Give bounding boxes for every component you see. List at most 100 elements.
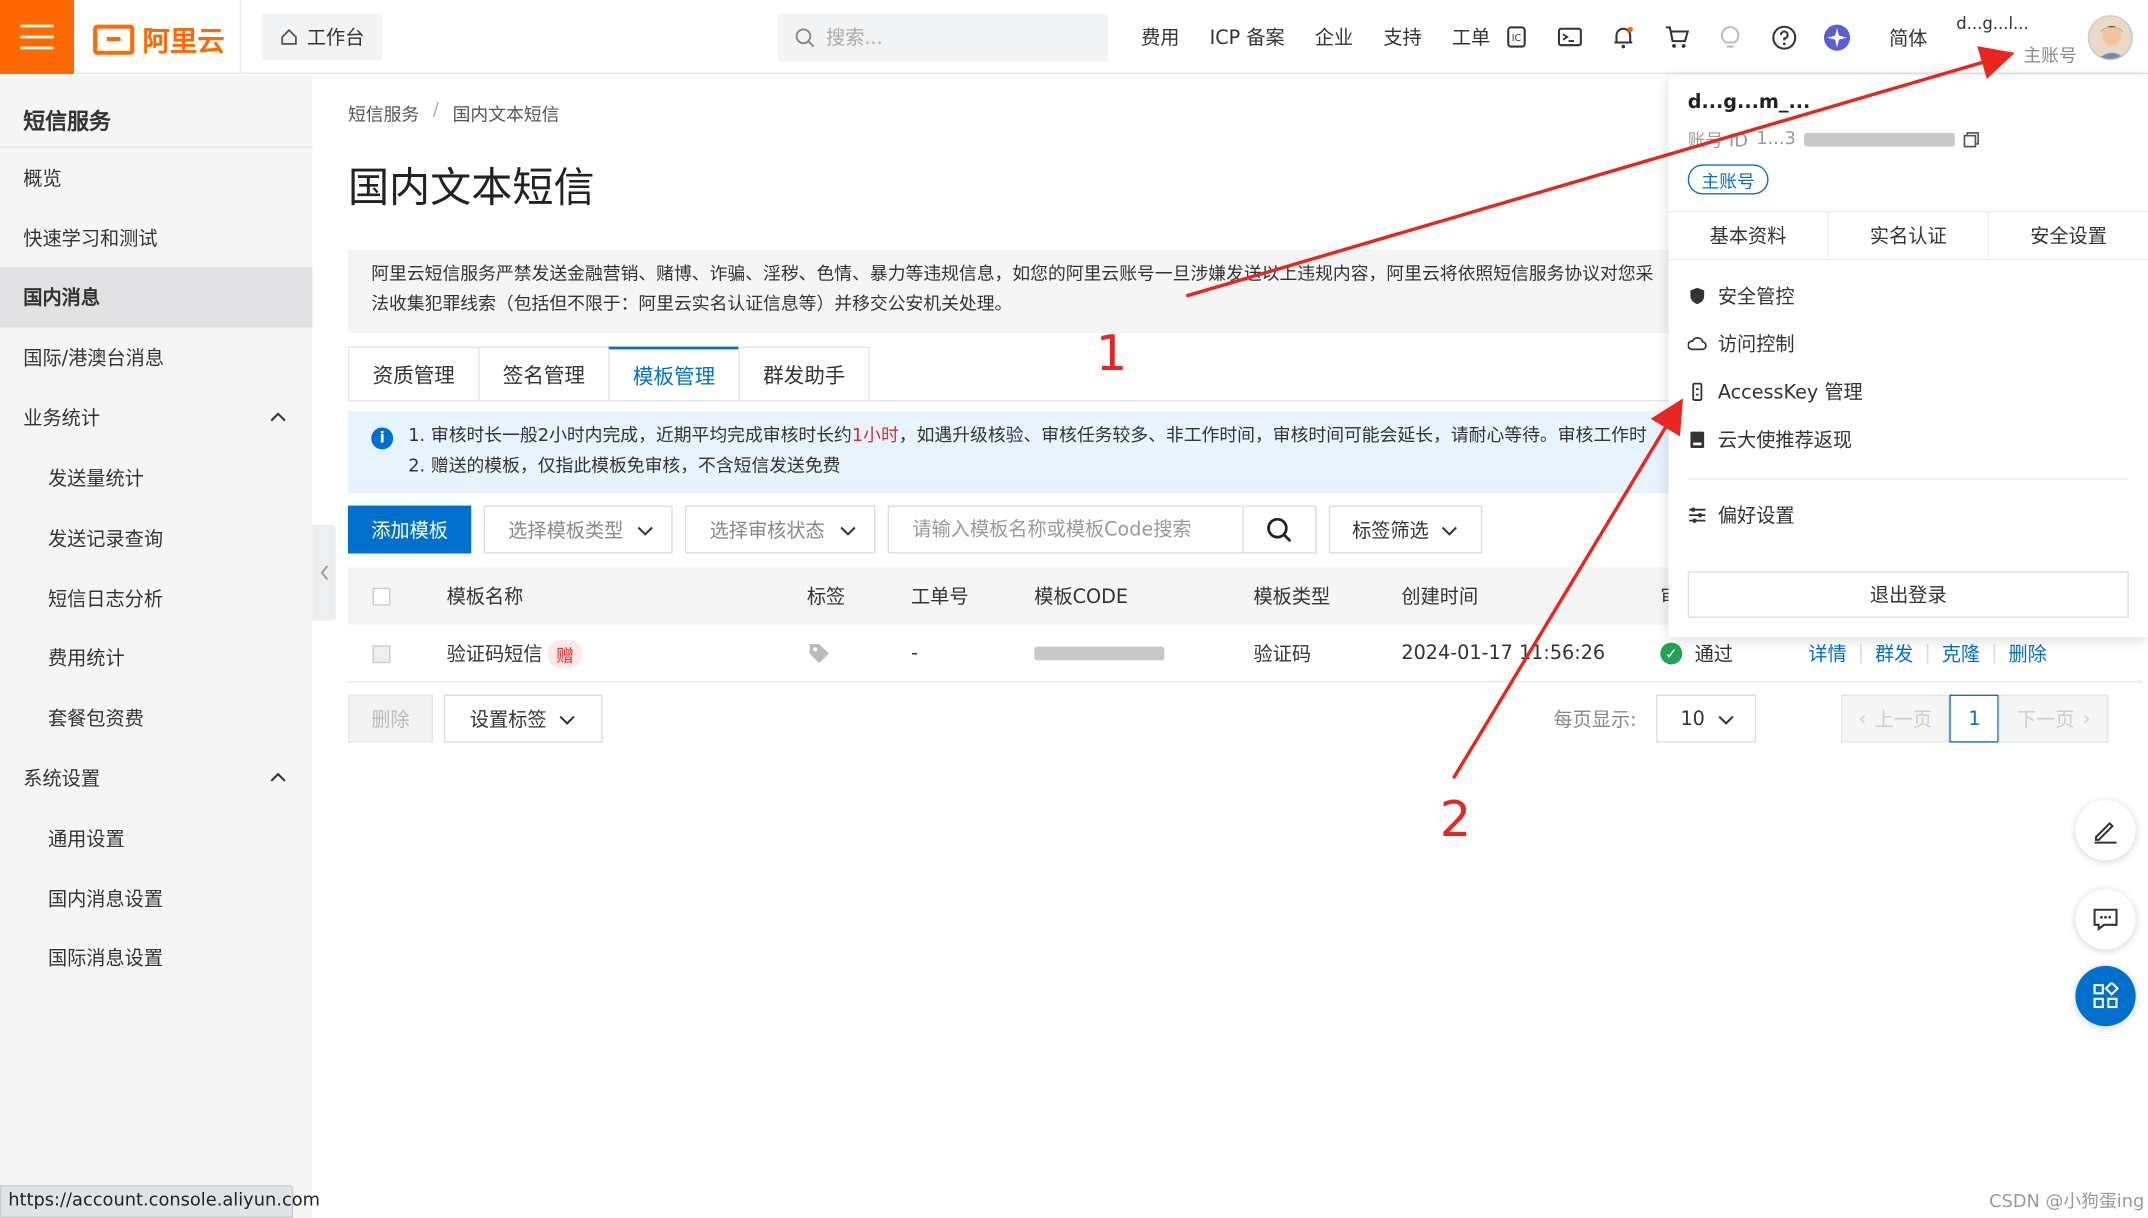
language-switch[interactable]: 简体	[1889, 25, 1927, 52]
add-template-button[interactable]: 添加模板	[347, 505, 472, 554]
menu-icon[interactable]	[0, 0, 74, 74]
sidebar-item-domestic[interactable]: 国内消息	[0, 267, 313, 328]
nav-enterprise[interactable]: 企业	[1315, 23, 1353, 50]
security-settings-link[interactable]: 安全设置	[1989, 212, 2148, 259]
info-icon: i	[371, 427, 394, 450]
sidebar-item-send-records[interactable]: 发送记录查询	[0, 508, 312, 568]
tab-template[interactable]: 模板管理	[608, 346, 740, 402]
sidebar-collapse-handle[interactable]	[312, 524, 336, 621]
workbench-button[interactable]: 工作台	[261, 13, 383, 61]
bulb-icon[interactable]	[1716, 23, 1743, 50]
chat-button[interactable]	[2075, 889, 2136, 950]
access-control-item[interactable]: 访问控制	[1687, 330, 1795, 357]
sidebar-item-international[interactable]: 国际/港澳台消息	[0, 327, 312, 387]
logo-text: 阿里云	[142, 24, 225, 58]
bell-icon[interactable]	[1610, 23, 1637, 50]
chevron-up-icon	[270, 772, 286, 782]
tab-bulk-send[interactable]: 群发助手	[738, 346, 870, 402]
sidebar-item-general[interactable]: 通用设置	[0, 808, 312, 868]
top-navbar: 阿里云 工作台 费用 ICP 备案 企业 支持 工单 IC 简体 d...	[0, 0, 2148, 74]
chevron-down-icon	[637, 526, 653, 536]
copy-icon[interactable]	[1963, 131, 1979, 147]
row-checkbox[interactable]	[372, 625, 391, 683]
basic-info-link[interactable]: 基本资料	[1669, 212, 1829, 259]
detail-link[interactable]: 详情	[1808, 640, 1846, 667]
logout-button[interactable]: 退出登录	[1687, 571, 2129, 618]
sidebar-item-fee-stats[interactable]: 费用统计	[0, 628, 312, 688]
clone-link[interactable]: 克隆	[1942, 640, 1980, 667]
divider	[347, 400, 1691, 402]
cart-icon[interactable]	[1663, 23, 1690, 50]
preferences-item[interactable]: 偏好设置	[1688, 501, 1795, 528]
sidebar-item-log-analysis[interactable]: 短信日志分析	[0, 569, 312, 629]
search-icon	[795, 28, 815, 48]
status-text: 通过	[1694, 643, 1733, 666]
breadcrumb-separator: /	[432, 100, 439, 121]
nav-icp[interactable]: ICP 备案	[1210, 23, 1285, 50]
sidebar-title: 短信服务	[23, 108, 111, 135]
template-toolbar: 添加模板 选择模板类型 选择审核状态 标签筛选	[347, 505, 1483, 555]
search-button[interactable]	[1242, 506, 1315, 553]
nav-ticket[interactable]: 工单	[1452, 23, 1490, 50]
delete-link[interactable]: 删除	[2008, 640, 2046, 667]
page-buttons: ‹ 上一页 1 下一页 ›	[1840, 694, 2109, 743]
tab-signature[interactable]: 签名管理	[478, 346, 610, 402]
bulk-delete-button[interactable]: 删除	[347, 694, 433, 743]
audit-status-select[interactable]: 选择审核状态	[684, 505, 876, 554]
col-tag: 标签	[806, 586, 846, 609]
set-tag-button[interactable]: 设置标签	[443, 694, 603, 743]
created-time: 2024-01-17 11:56:26	[1401, 642, 1606, 665]
template-search-input[interactable]	[889, 506, 1243, 553]
nav-support[interactable]: 支持	[1383, 23, 1421, 50]
sidebar-item-overview[interactable]: 概览	[0, 148, 312, 208]
icp-icon[interactable]: IC	[1503, 23, 1530, 50]
page-size-select[interactable]: 10	[1655, 694, 1756, 743]
prev-page-button[interactable]: ‹ 上一页	[1840, 694, 1950, 743]
sidebar-item-send-volume[interactable]: 发送量统计	[0, 448, 312, 508]
bulk-actions: 删除 设置标签	[347, 694, 603, 743]
account-name[interactable]: d...g...l...	[1956, 14, 2028, 33]
shield-icon	[1690, 287, 1705, 305]
col-code: 模板CODE	[1034, 586, 1129, 609]
ambassador-item[interactable]: 云大使推荐返现	[1688, 426, 1852, 453]
select-all-checkbox[interactable]	[372, 567, 391, 625]
info-text: ，如遇升级核验、审核任务较多、非工作时间，审核时间可能会延长，请耐心等待。审核工…	[898, 426, 1647, 447]
template-code-redacted	[1034, 625, 1165, 683]
next-page-button[interactable]: 下一页 ›	[1999, 694, 2109, 743]
page-number[interactable]: 1	[1949, 694, 2000, 743]
bulk-send-link[interactable]: 群发	[1875, 640, 1913, 667]
global-search[interactable]	[778, 13, 1109, 62]
sidebar-item-stats[interactable]: 业务统计	[0, 388, 312, 448]
edit-feedback-button[interactable]	[2075, 800, 2136, 861]
template-type-select[interactable]: 选择模板类型	[483, 505, 673, 554]
sidebar-item-domestic-settings[interactable]: 国内消息设置	[0, 869, 312, 929]
sidebar-item-quickstart[interactable]: 快速学习和测试	[0, 208, 312, 268]
breadcrumb-item[interactable]: 短信服务	[348, 100, 419, 126]
nav-fee[interactable]: 费用	[1141, 23, 1179, 50]
watermark: CSDN @小狗蛋ing	[1989, 1191, 2145, 1213]
sidebar-item-package[interactable]: 套餐包资费	[0, 688, 312, 748]
tag-filter-label: 标签筛选	[1352, 519, 1429, 542]
sidebar-item-settings[interactable]: 系统设置	[0, 748, 312, 808]
accesskey-item[interactable]: AccessKey 管理	[1688, 378, 1863, 405]
chevron-down-icon	[840, 526, 856, 536]
menu-label: 访问控制	[1717, 334, 1795, 357]
avatar[interactable]	[2087, 15, 2133, 61]
search-icon	[1267, 517, 1292, 542]
security-control-item[interactable]: 安全管控	[1688, 282, 1795, 309]
sidebar-item-intl-settings[interactable]: 国际消息设置	[0, 928, 312, 988]
template-type: 验证码	[1253, 643, 1311, 666]
terminal-icon[interactable]	[1556, 23, 1583, 50]
help-icon[interactable]	[1770, 23, 1797, 50]
col-created: 创建时间	[1401, 586, 1479, 609]
info-line: 1. 审核时长一般2小时内完成，近期平均完成审核时长约1小时，如遇升级核验、审核…	[408, 422, 1690, 452]
tag-icon[interactable]	[807, 625, 832, 683]
tab-qualification[interactable]: 资质管理	[347, 346, 480, 402]
aliyun-logo[interactable]: 阿里云	[93, 19, 225, 59]
real-name-link[interactable]: 实名认证	[1829, 212, 1990, 259]
tag-filter-button[interactable]: 标签筛选	[1328, 505, 1483, 554]
tongyi-icon[interactable]	[1823, 23, 1851, 51]
notice-line: 阿里云短信服务严禁发送金融营销、赌博、诈骗、淫秽、色情、暴力等违规信息，如您的阿…	[371, 264, 1654, 285]
apps-button[interactable]	[2075, 965, 2136, 1027]
search-input[interactable]	[826, 26, 1087, 49]
